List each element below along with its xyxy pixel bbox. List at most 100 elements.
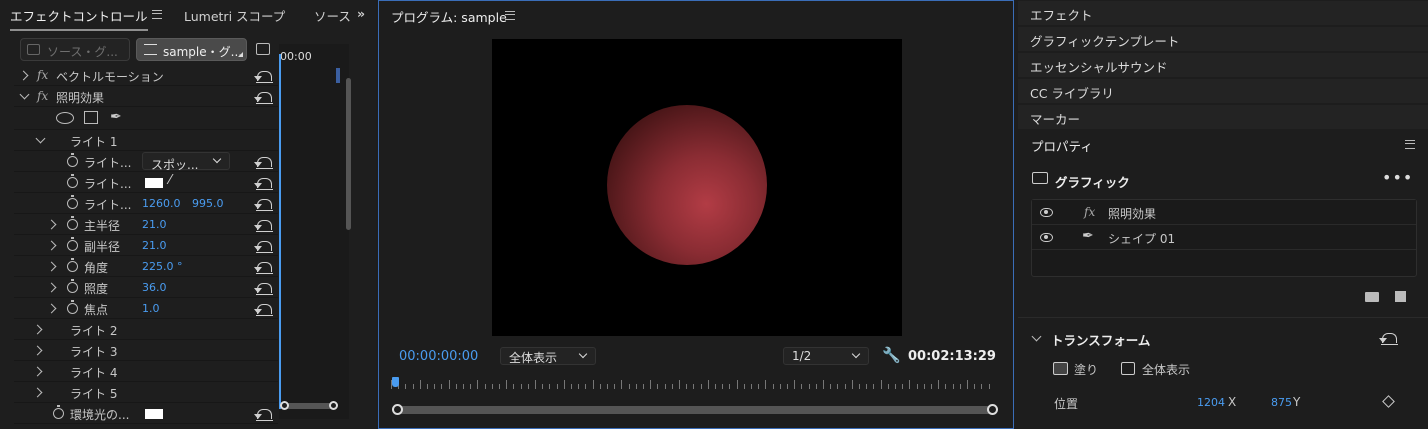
reset-icon[interactable] bbox=[254, 92, 273, 104]
effect-row-lighting[interactable]: fx 照明効果 bbox=[14, 86, 278, 107]
stopwatch-icon[interactable] bbox=[67, 195, 78, 209]
stopwatch-icon[interactable] bbox=[67, 174, 78, 188]
panel-menu-icon[interactable] bbox=[505, 11, 515, 20]
param-value[interactable]: 1.0 bbox=[142, 302, 160, 315]
properties-title[interactable]: プロパティ bbox=[1031, 136, 1093, 155]
expand-chevron-icon[interactable] bbox=[32, 387, 43, 398]
fit-icon[interactable] bbox=[1121, 362, 1135, 375]
more-panels-icon[interactable]: » bbox=[357, 6, 365, 21]
stopwatch-icon[interactable] bbox=[67, 237, 78, 251]
resolution-select[interactable]: 1/2 bbox=[783, 347, 869, 365]
tab-effect-controls[interactable]: エフェクトコントロール bbox=[10, 6, 148, 31]
expand-chevron-icon[interactable] bbox=[32, 324, 43, 335]
expand-chevron-icon[interactable] bbox=[46, 282, 57, 293]
transform-title[interactable]: トランスフォーム bbox=[1051, 330, 1150, 349]
tab-source[interactable]: ソース bbox=[314, 6, 351, 25]
reset-icon[interactable] bbox=[254, 157, 273, 169]
center-y-value[interactable]: 995.0 bbox=[192, 197, 224, 210]
tab-lumetri-scopes[interactable]: Lumetri スコープ bbox=[184, 6, 285, 25]
zoom-select[interactable]: 全体表示 bbox=[500, 347, 596, 365]
reset-icon[interactable] bbox=[254, 199, 273, 211]
zoom-scrollbar[interactable] bbox=[392, 404, 998, 415]
wrench-icon[interactable]: 🔧 bbox=[882, 346, 901, 364]
playhead[interactable] bbox=[279, 54, 281, 409]
stopwatch-icon[interactable] bbox=[67, 153, 78, 167]
panel-menu-icon[interactable] bbox=[152, 10, 162, 19]
reset-icon[interactable] bbox=[254, 178, 273, 190]
effect-timeline[interactable]: 00:00 bbox=[279, 44, 351, 419]
layer-row-shape[interactable]: ✒ シェイプ 01 bbox=[1032, 225, 1416, 250]
stopwatch-icon[interactable] bbox=[53, 405, 64, 419]
expand-chevron-icon[interactable] bbox=[46, 240, 57, 251]
eye-icon[interactable] bbox=[1040, 233, 1053, 242]
scroll-knob-left[interactable] bbox=[392, 404, 403, 415]
reset-icon[interactable] bbox=[254, 71, 273, 83]
expand-chevron-icon[interactable] bbox=[18, 70, 29, 81]
eye-icon[interactable] bbox=[1040, 208, 1053, 217]
param-value[interactable]: 21.0 bbox=[142, 218, 167, 231]
panel-graphic-templates[interactable]: グラフィックテンプレート bbox=[1018, 27, 1428, 51]
reset-icon[interactable] bbox=[254, 220, 273, 232]
stopwatch-icon[interactable] bbox=[67, 279, 78, 293]
horizontal-scrollbar[interactable] bbox=[280, 401, 338, 410]
sequence-clip-button[interactable]: sample・グ... bbox=[136, 38, 247, 61]
light5-row[interactable]: ライト 5 bbox=[14, 382, 278, 403]
vertical-scrollbar[interactable] bbox=[346, 78, 351, 230]
scroll-knob-right[interactable] bbox=[987, 404, 998, 415]
source-clip-button[interactable]: ソース・グ... bbox=[20, 38, 130, 61]
current-timecode[interactable]: 00:00:00:00 bbox=[399, 349, 478, 364]
panel-effects[interactable]: エフェクト bbox=[1018, 1, 1428, 25]
collapse-chevron-icon[interactable] bbox=[35, 133, 46, 144]
effect-row-vector-motion[interactable]: fx ベクトルモーション bbox=[14, 65, 278, 86]
panel-markers[interactable]: マーカー bbox=[1018, 105, 1428, 129]
light-type-select[interactable]: スポッ... bbox=[142, 152, 230, 172]
expand-chevron-icon[interactable] bbox=[46, 303, 57, 314]
panel-menu-icon[interactable] bbox=[1405, 140, 1415, 149]
reset-icon[interactable] bbox=[254, 241, 273, 253]
time-ruler[interactable] bbox=[391, 377, 997, 389]
layer-row-lighting[interactable]: fx 照明効果 bbox=[1032, 200, 1416, 225]
fill-align-icon[interactable] bbox=[1053, 362, 1068, 375]
panel-layout-icon[interactable] bbox=[256, 43, 270, 55]
expand-chevron-icon[interactable] bbox=[32, 345, 43, 356]
color-swatch[interactable] bbox=[145, 178, 163, 188]
param-value[interactable]: 225.0 ° bbox=[142, 260, 183, 273]
video-canvas[interactable] bbox=[492, 39, 902, 336]
reset-icon[interactable] bbox=[254, 283, 273, 295]
expand-chevron-icon[interactable] bbox=[32, 366, 43, 377]
reset-icon[interactable] bbox=[254, 409, 273, 421]
stopwatch-icon[interactable] bbox=[67, 300, 78, 314]
light4-row[interactable]: ライト 4 bbox=[14, 361, 278, 382]
keyframe-diamond-icon[interactable] bbox=[1382, 395, 1395, 408]
new-group-folder-icon[interactable] bbox=[1365, 292, 1379, 302]
expand-chevron-icon[interactable] bbox=[46, 219, 57, 230]
param-value[interactable]: 36.0 bbox=[142, 281, 167, 294]
collapse-chevron-icon[interactable] bbox=[1031, 331, 1042, 342]
lit-sphere-graphic[interactable] bbox=[607, 105, 767, 265]
ellipse-mask-icon[interactable] bbox=[56, 112, 74, 124]
stopwatch-icon[interactable] bbox=[67, 216, 78, 230]
light3-row[interactable]: ライト 3 bbox=[14, 340, 278, 361]
center-x-value[interactable]: 1260.0 bbox=[142, 197, 181, 210]
more-options-icon[interactable]: ••• bbox=[1382, 168, 1413, 187]
position-y-value[interactable]: 875 bbox=[1271, 396, 1292, 409]
pen-mask-icon[interactable]: ✒ bbox=[110, 109, 122, 125]
scroll-knob-left[interactable] bbox=[280, 401, 289, 410]
scroll-knob-right[interactable] bbox=[329, 401, 338, 410]
panel-essential-sound[interactable]: エッセンシャルサウンド bbox=[1018, 53, 1428, 77]
reset-icon[interactable] bbox=[254, 262, 273, 274]
color-swatch[interactable] bbox=[145, 409, 163, 419]
eyedropper-icon[interactable]: ⁄ bbox=[169, 173, 171, 188]
reset-icon[interactable] bbox=[254, 304, 273, 316]
new-layer-icon[interactable] bbox=[1395, 291, 1406, 302]
panel-cc-libraries[interactable]: CC ライブラリ bbox=[1018, 79, 1428, 103]
position-x-value[interactable]: 1204 bbox=[1197, 396, 1225, 409]
param-value[interactable]: 21.0 bbox=[142, 239, 167, 252]
program-monitor-title[interactable]: プログラム: sample bbox=[391, 7, 507, 26]
stopwatch-icon[interactable] bbox=[67, 258, 78, 272]
reset-icon[interactable] bbox=[1379, 333, 1398, 345]
rectangle-mask-icon[interactable] bbox=[84, 111, 98, 124]
light2-row[interactable]: ライト 2 bbox=[14, 319, 278, 340]
playhead-marker[interactable] bbox=[392, 377, 399, 387]
expand-chevron-icon[interactable] bbox=[46, 261, 57, 272]
